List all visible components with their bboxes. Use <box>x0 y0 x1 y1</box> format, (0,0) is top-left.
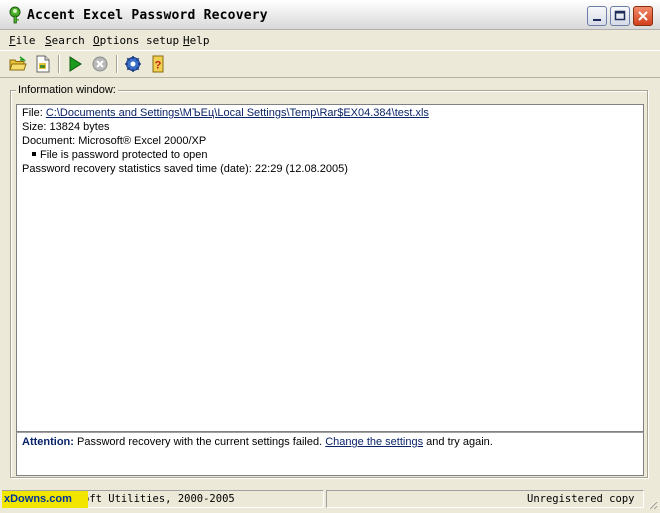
watermark-logo: xDowns.com <box>2 491 88 508</box>
size-line: Size: 13824 bytes <box>22 121 110 133</box>
open-file-icon <box>36 55 50 73</box>
menu-search[interactable]: Search <box>45 34 85 47</box>
close-icon <box>638 11 648 21</box>
stop-icon <box>92 56 108 72</box>
status-bar: oft Utilities, 2000-2005 Unregistered co… <box>0 488 660 512</box>
stop-button[interactable] <box>90 54 110 74</box>
protection-line: File is password protected to open <box>32 149 208 161</box>
menu-help-label: elp <box>189 34 210 47</box>
attention-text: Password recovery with the current setti… <box>77 436 323 448</box>
menu-options-mnemonic: O <box>93 34 100 47</box>
settings-icon <box>125 56 141 72</box>
attention-message: Attention: Password recovery with the cu… <box>22 436 493 448</box>
menu-file-label: ile <box>15 34 36 47</box>
menu-file[interactable]: File <box>9 34 36 47</box>
toolbar-separator <box>116 55 118 73</box>
change-settings-link[interactable]: Change the settings <box>325 436 423 448</box>
protection-text: File is password protected to open <box>40 149 208 161</box>
menu-bar: File Search Options setup Help <box>0 30 660 50</box>
status-pane-right: Unregistered copy <box>326 490 644 508</box>
menu-search-label: earch <box>51 34 85 47</box>
file-line: File: C:\Documents and Settings\МЪЕц\Loc… <box>22 107 429 119</box>
minimize-icon <box>593 19 601 21</box>
start-button[interactable] <box>65 54 85 74</box>
open-file-button[interactable] <box>33 54 53 74</box>
information-window[interactable]: File: C:\Documents and Settings\МЪЕц\Loc… <box>16 104 644 432</box>
attention-label: Attention: <box>22 436 74 448</box>
attention-panel: Attention: Password recovery with the cu… <box>16 432 644 476</box>
settings-button[interactable] <box>123 54 143 74</box>
help-icon: ? <box>152 55 164 73</box>
menu-help-mnemonic: H <box>183 34 190 47</box>
stats-line: Password recovery statistics saved time … <box>22 163 348 175</box>
resize-grip-icon[interactable] <box>646 498 658 510</box>
window-title: Accent Excel Password Recovery <box>27 8 268 23</box>
menu-file-mnemonic: F <box>9 34 16 47</box>
svg-text:?: ? <box>155 60 162 72</box>
menu-search-mnemonic: S <box>45 34 52 47</box>
information-group-label: Information window: <box>16 84 118 96</box>
status-right-text: Unregistered copy <box>527 493 635 505</box>
file-label: File: <box>22 107 43 119</box>
open-folder-icon <box>9 56 27 71</box>
open-folder-button[interactable] <box>8 54 28 74</box>
menu-options-label: ptions setup <box>99 34 180 47</box>
menu-help[interactable]: Help <box>183 34 210 47</box>
maximize-icon <box>614 10 626 21</box>
app-key-icon <box>6 6 24 24</box>
toolbar: ? <box>0 50 660 78</box>
close-button[interactable] <box>633 6 653 26</box>
file-path-link[interactable]: C:\Documents and Settings\МЪЕц\Local Set… <box>46 107 429 119</box>
minimize-button[interactable] <box>587 6 607 26</box>
document-line: Document: Microsoft® Excel 2000/XP <box>22 135 207 147</box>
attention-text-after: and try again. <box>426 436 493 448</box>
status-left-text: oft Utilities, 2000-2005 <box>83 493 235 505</box>
bullet-icon <box>32 152 36 156</box>
title-bar[interactable]: Accent Excel Password Recovery <box>0 0 660 30</box>
help-button[interactable]: ? <box>148 54 168 74</box>
maximize-button[interactable] <box>610 6 630 26</box>
start-icon <box>69 56 82 72</box>
toolbar-separator <box>58 55 60 73</box>
menu-options-setup[interactable]: Options setup <box>93 34 179 47</box>
